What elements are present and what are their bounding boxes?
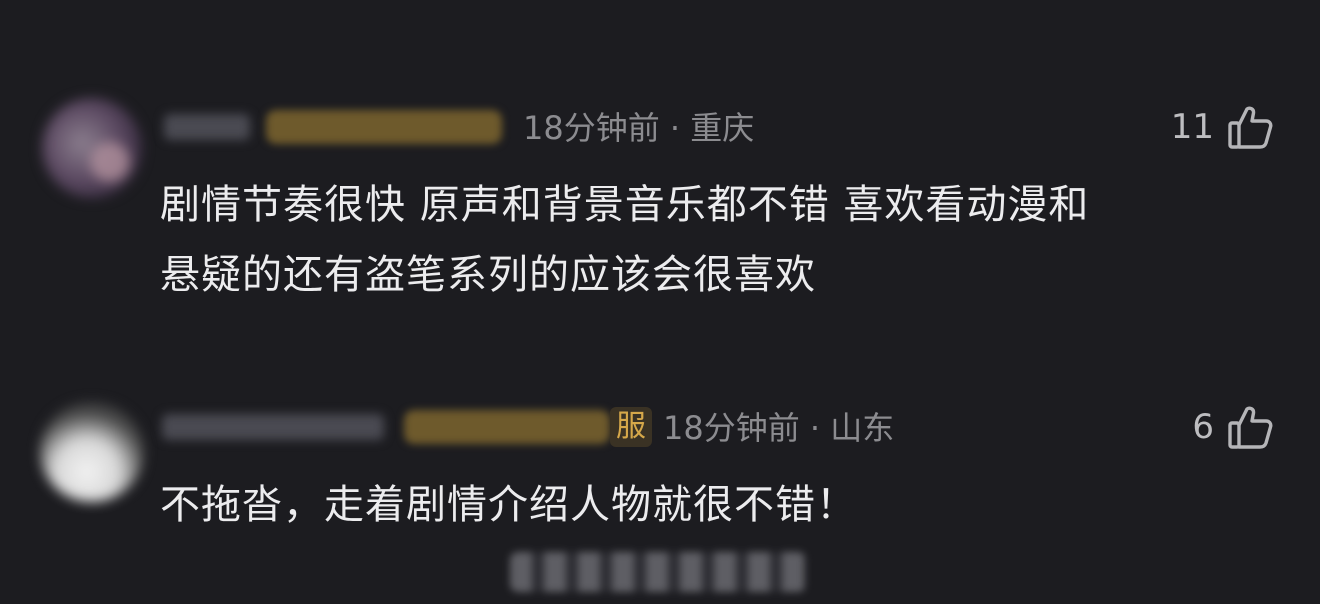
thumbs-up-icon <box>1226 103 1274 151</box>
comment-text-line: 不拖沓，走着剧情介绍人物就很不错！ <box>160 482 857 528</box>
comment-time: 18分钟前 <box>523 109 660 147</box>
meta-separator: · <box>799 409 831 447</box>
fan-badge-blurred[interactable] <box>266 110 502 144</box>
badge-suffix: 服 <box>610 407 652 447</box>
comment-time: 18分钟前 <box>663 409 800 447</box>
time-location: 18分钟前 · 山东 <box>663 406 894 450</box>
thumbs-up-icon <box>1226 403 1274 451</box>
like-count: 6 <box>1192 407 1214 447</box>
comment-text-line: 剧情节奏很快 原声和背景音乐都不错 喜欢看动漫和 <box>160 182 1090 228</box>
comment-meta: 服 18分钟前 · 山东 6 <box>0 406 1320 452</box>
like-count: 11 <box>1170 107 1214 147</box>
username-blurred[interactable] <box>162 414 384 440</box>
comment-text: 不拖沓，走着剧情介绍人物就很不错！ <box>160 470 1260 540</box>
username-blurred[interactable] <box>164 114 250 140</box>
like-button[interactable]: 6 <box>1192 402 1274 452</box>
comment-location: 山东 <box>830 409 895 447</box>
time-location: 18分钟前 · 重庆 <box>523 106 754 150</box>
comment-meta: 18分钟前 · 重庆 11 <box>0 106 1320 152</box>
meta-separator: · <box>659 109 691 147</box>
comment-text-line: 悬疑的还有盗笔系列的应该会很喜欢 <box>160 252 816 298</box>
comment-list: 18分钟前 · 重庆 11 剧情节奏很快 原声和背景音乐都不错 喜欢看动漫和 悬… <box>0 0 1320 604</box>
comment-text: 剧情节奏很快 原声和背景音乐都不错 喜欢看动漫和 悬疑的还有盗笔系列的应该会很喜… <box>160 170 1260 310</box>
comment-location: 重庆 <box>690 109 755 147</box>
fan-badge-blurred[interactable] <box>404 410 610 444</box>
watermark-blurred <box>510 552 806 592</box>
like-button[interactable]: 11 <box>1171 102 1274 152</box>
